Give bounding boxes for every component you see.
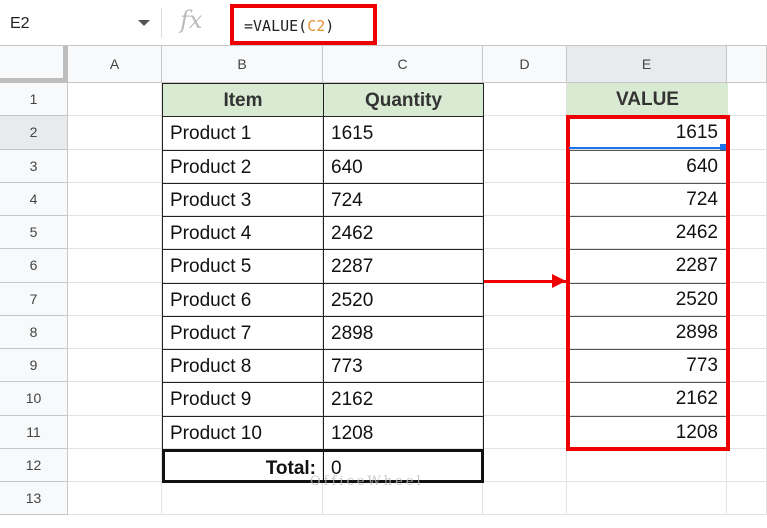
- formula-text-end: ): [325, 17, 335, 35]
- header-item[interactable]: Item: [162, 83, 324, 118]
- fill-handle[interactable]: [720, 144, 726, 150]
- grid-cell[interactable]: [483, 216, 567, 250]
- row-header-12[interactable]: 12: [0, 448, 68, 482]
- grid-cell[interactable]: [483, 83, 567, 117]
- row-header-10[interactable]: 10: [0, 382, 68, 416]
- grid-cell[interactable]: [68, 315, 162, 349]
- quantity-cell[interactable]: 2162: [323, 382, 484, 417]
- quantity-cell[interactable]: 724: [323, 182, 484, 217]
- grid-cell[interactable]: [68, 116, 162, 150]
- grid-cell[interactable]: [68, 249, 162, 283]
- grid-cell[interactable]: [68, 415, 162, 449]
- chevron-down-icon[interactable]: [138, 20, 150, 26]
- row-header-8[interactable]: 8: [0, 315, 68, 349]
- grid-cell[interactable]: [727, 116, 767, 150]
- item-cell[interactable]: Product 7: [162, 315, 324, 350]
- quantity-cell[interactable]: 2898: [323, 315, 484, 350]
- grid-cell[interactable]: [727, 182, 767, 216]
- row-header-11[interactable]: 11: [0, 415, 68, 449]
- row-header-5[interactable]: 5: [0, 216, 68, 250]
- grid-cell[interactable]: [68, 216, 162, 250]
- row-header-13[interactable]: 13: [0, 482, 68, 516]
- row-header-3[interactable]: 3: [0, 149, 68, 183]
- grid-cell[interactable]: [727, 83, 767, 117]
- grid-cell[interactable]: [68, 149, 162, 183]
- formula-reference: C2: [307, 17, 326, 35]
- grid-cell[interactable]: [68, 182, 162, 216]
- grid-cell[interactable]: [727, 216, 767, 250]
- item-cell[interactable]: Product 6: [162, 282, 324, 317]
- grid-cell[interactable]: [68, 282, 162, 316]
- select-all-corner[interactable]: [0, 46, 68, 83]
- formula-input[interactable]: =VALUE(C2): [230, 4, 377, 45]
- item-cell[interactable]: Product 8: [162, 349, 324, 384]
- header-quantity[interactable]: Quantity: [323, 83, 484, 118]
- grid-cell[interactable]: [483, 315, 567, 349]
- grid-cell[interactable]: [727, 315, 767, 349]
- cell-selection: [569, 147, 726, 149]
- fx-icon: fx: [180, 6, 203, 34]
- grid-cell[interactable]: [727, 282, 767, 316]
- header-value[interactable]: VALUE: [567, 83, 728, 118]
- column-header-e[interactable]: E: [567, 46, 727, 83]
- grid-cell[interactable]: [68, 382, 162, 416]
- item-cell[interactable]: Product 2: [162, 149, 324, 184]
- grid-cell[interactable]: [483, 149, 567, 183]
- quantity-cell[interactable]: 2462: [323, 216, 484, 251]
- column-header-b[interactable]: B: [162, 46, 323, 83]
- row-header-7[interactable]: 7: [0, 282, 68, 316]
- grid-cell[interactable]: [727, 149, 767, 183]
- item-cell[interactable]: Product 9: [162, 382, 324, 417]
- item-cell[interactable]: Product 5: [162, 249, 324, 284]
- arrowhead-icon: [552, 274, 566, 288]
- formula-text: =VALUE(: [244, 17, 308, 35]
- row-header-9[interactable]: 9: [0, 349, 68, 383]
- grid-cell[interactable]: [68, 482, 162, 516]
- quantity-cell[interactable]: 773: [323, 349, 484, 384]
- formula-bar: E2 fx =VALUE(C2): [0, 0, 767, 46]
- column-header[interactable]: [727, 46, 767, 83]
- grid-cell[interactable]: [567, 482, 727, 516]
- grid-cell[interactable]: [483, 182, 567, 216]
- grid-cell[interactable]: [483, 448, 567, 482]
- grid-cell[interactable]: [483, 349, 567, 383]
- column-header-a[interactable]: A: [68, 46, 162, 83]
- quantity-cell[interactable]: 2520: [323, 282, 484, 317]
- grid-cell[interactable]: [727, 448, 767, 482]
- name-box[interactable]: E2: [0, 8, 160, 38]
- grid-cell[interactable]: [727, 249, 767, 283]
- item-cell[interactable]: Product 10: [162, 415, 324, 450]
- watermark: OfficeWheel: [310, 474, 424, 489]
- column-header-c[interactable]: C: [323, 46, 483, 83]
- grid-cell[interactable]: [727, 349, 767, 383]
- quantity-cell[interactable]: 1208: [323, 415, 484, 450]
- grid-cell[interactable]: [68, 349, 162, 383]
- divider: [161, 8, 162, 38]
- row-header-1[interactable]: 1: [0, 83, 68, 117]
- row-header-4[interactable]: 4: [0, 182, 68, 216]
- highlight-box: [566, 115, 730, 451]
- total-label[interactable]: Total:: [162, 448, 324, 483]
- item-cell[interactable]: Product 3: [162, 182, 324, 217]
- grid-cell[interactable]: [483, 116, 567, 150]
- quantity-cell[interactable]: 2287: [323, 249, 484, 284]
- grid-cell[interactable]: [727, 382, 767, 416]
- item-cell[interactable]: Product 1: [162, 116, 324, 151]
- grid-cell[interactable]: [68, 448, 162, 482]
- row-header-6[interactable]: 6: [0, 249, 68, 283]
- grid-cell[interactable]: [483, 382, 567, 416]
- grid-cell[interactable]: [68, 83, 162, 117]
- row-header-2[interactable]: 2: [0, 116, 68, 150]
- item-cell[interactable]: Product 4: [162, 216, 324, 251]
- column-header-d[interactable]: D: [483, 46, 567, 83]
- quantity-cell[interactable]: 640: [323, 149, 484, 184]
- quantity-cell[interactable]: 1615: [323, 116, 484, 151]
- grid-cell[interactable]: [483, 482, 567, 516]
- grid-cell[interactable]: [727, 415, 767, 449]
- grid-cell[interactable]: [483, 415, 567, 449]
- grid-cell[interactable]: [567, 448, 727, 482]
- grid-cell[interactable]: [162, 482, 323, 516]
- grid-cell[interactable]: [727, 482, 767, 516]
